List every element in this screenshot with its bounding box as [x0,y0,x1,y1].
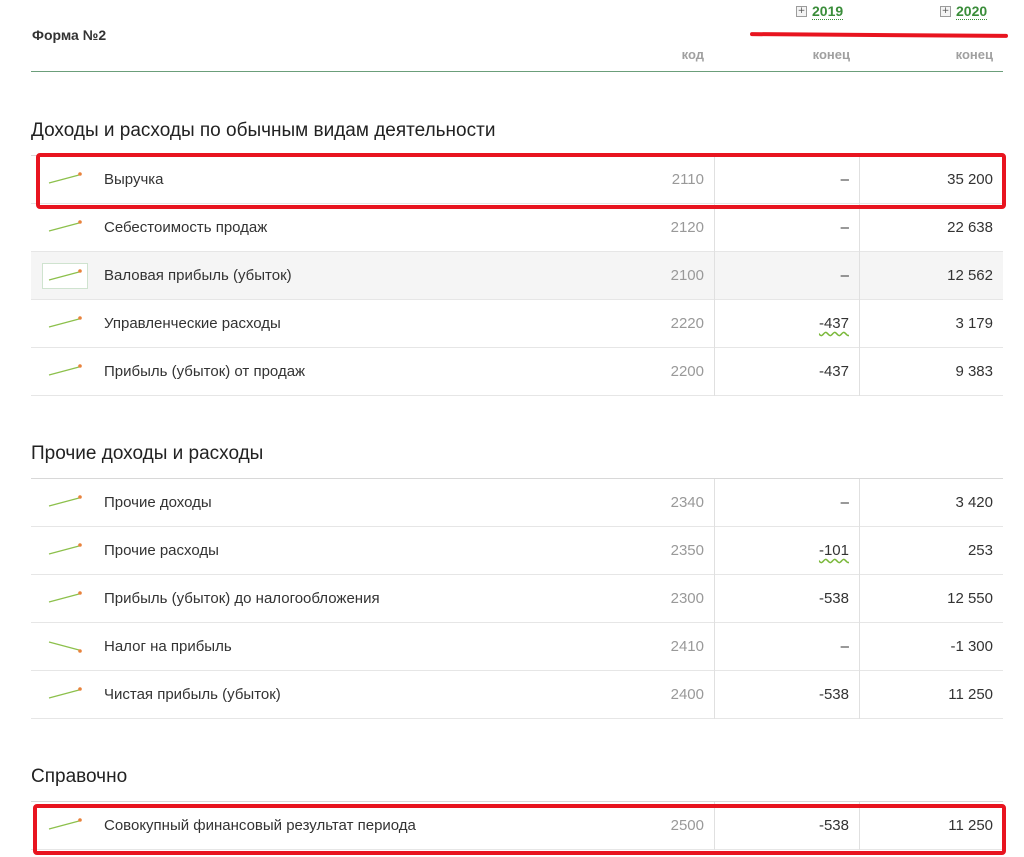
header-divider [31,71,1003,72]
value-2020: 9 383 [955,363,993,380]
red-highlight-stroke [749,32,1009,38]
value-2019: -101 [818,542,849,559]
table-row[interactable]: Налог на прибыль 2410 – -1 300 [31,623,1003,671]
column-header-end-2019: конец [812,47,850,62]
column-header-code: код [681,47,704,62]
row-code: 2400 [670,686,704,703]
table-row[interactable]: Прочие расходы 2350 -101 253 [31,527,1003,575]
section-title-reference: Справочно [31,766,128,787]
table-row[interactable]: Прочие доходы 2340 – 3 420 [31,479,1003,527]
row-code: 2100 [670,267,704,284]
year-2019-link[interactable]: 2019 [812,3,844,20]
expand-2020-icon[interactable]: + [940,6,951,17]
value-2019: -437 [818,315,849,332]
trend-sparkline-icon[interactable] [42,263,88,289]
row-code: 2340 [670,494,704,511]
table-row[interactable]: Управленческие расходы 2220 -437 3 179 [31,300,1003,348]
row-code: 2120 [670,219,704,236]
value-2019: – [840,267,849,284]
row-label: Прибыль (убыток) от продаж [104,363,306,380]
red-highlight-box-revenue [36,153,1006,209]
trend-sparkline-icon[interactable] [43,586,87,610]
row-label: Чистая прибыль (убыток) [104,686,281,703]
trend-sparkline-icon[interactable] [43,634,87,658]
value-2019: – [840,638,849,655]
row-label: Управленческие расходы [104,315,281,332]
value-2019: -538 [818,590,849,607]
column-header-end-2020: конец [955,47,993,62]
value-2020: 11 250 [948,686,993,703]
value-2020: 3 179 [955,315,993,332]
value-2020: -1 300 [950,638,993,655]
value-2020: 12 550 [947,590,993,607]
expand-2019-icon[interactable]: + [796,6,807,17]
value-2020: 22 638 [947,219,993,236]
table-row[interactable]: Прибыль (убыток) до налогообложения 2300 -… [31,575,1003,623]
trend-sparkline-icon[interactable] [43,215,87,239]
trend-sparkline-icon[interactable] [43,682,87,706]
form-title: Форма №2 [32,27,107,43]
column-divider [714,479,715,719]
trend-sparkline-icon[interactable] [43,311,87,335]
section-title-other: Прочие доходы и расходы [31,443,264,464]
value-2020: 253 [967,542,993,559]
table-row[interactable]: Чистая прибыль (убыток) 2400 -538 11 250 [31,671,1003,719]
row-code: 2350 [670,542,704,559]
value-2019: -538 [818,686,849,703]
trend-sparkline-icon[interactable] [43,538,87,562]
row-label: Прочие доходы [104,494,212,511]
value-2019: – [840,219,849,236]
table-row[interactable]: Валовая прибыль (убыток) 2100 – 12 562 [31,252,1003,300]
row-label: Прочие расходы [104,542,219,559]
table-row[interactable]: Прибыль (убыток) от продаж 2200 -437 9 383 [31,348,1003,396]
row-code: 2410 [670,638,704,655]
row-label: Налог на прибыль [104,638,232,655]
row-code: 2200 [670,363,704,380]
row-code: 2300 [670,590,704,607]
value-2020: 12 562 [947,267,993,284]
value-2019: -437 [818,363,849,380]
table-row[interactable]: Себестоимость продаж 2120 – 22 638 [31,204,1003,252]
row-label: Себестоимость продаж [104,219,268,236]
trend-sparkline-icon[interactable] [43,359,87,383]
red-highlight-box-total-result [33,804,1006,855]
row-label: Прибыль (убыток) до налогообложения [104,590,380,607]
value-2019: – [840,494,849,511]
column-divider [859,479,860,719]
value-2020: 3 420 [955,494,993,511]
row-code: 2220 [670,315,704,332]
section-title-operations: Доходы и расходы по обычным видам деятел… [31,120,496,141]
trend-sparkline-icon[interactable] [43,490,87,514]
year-2020-link[interactable]: 2020 [956,3,988,20]
row-label: Валовая прибыль (убыток) [104,267,292,284]
